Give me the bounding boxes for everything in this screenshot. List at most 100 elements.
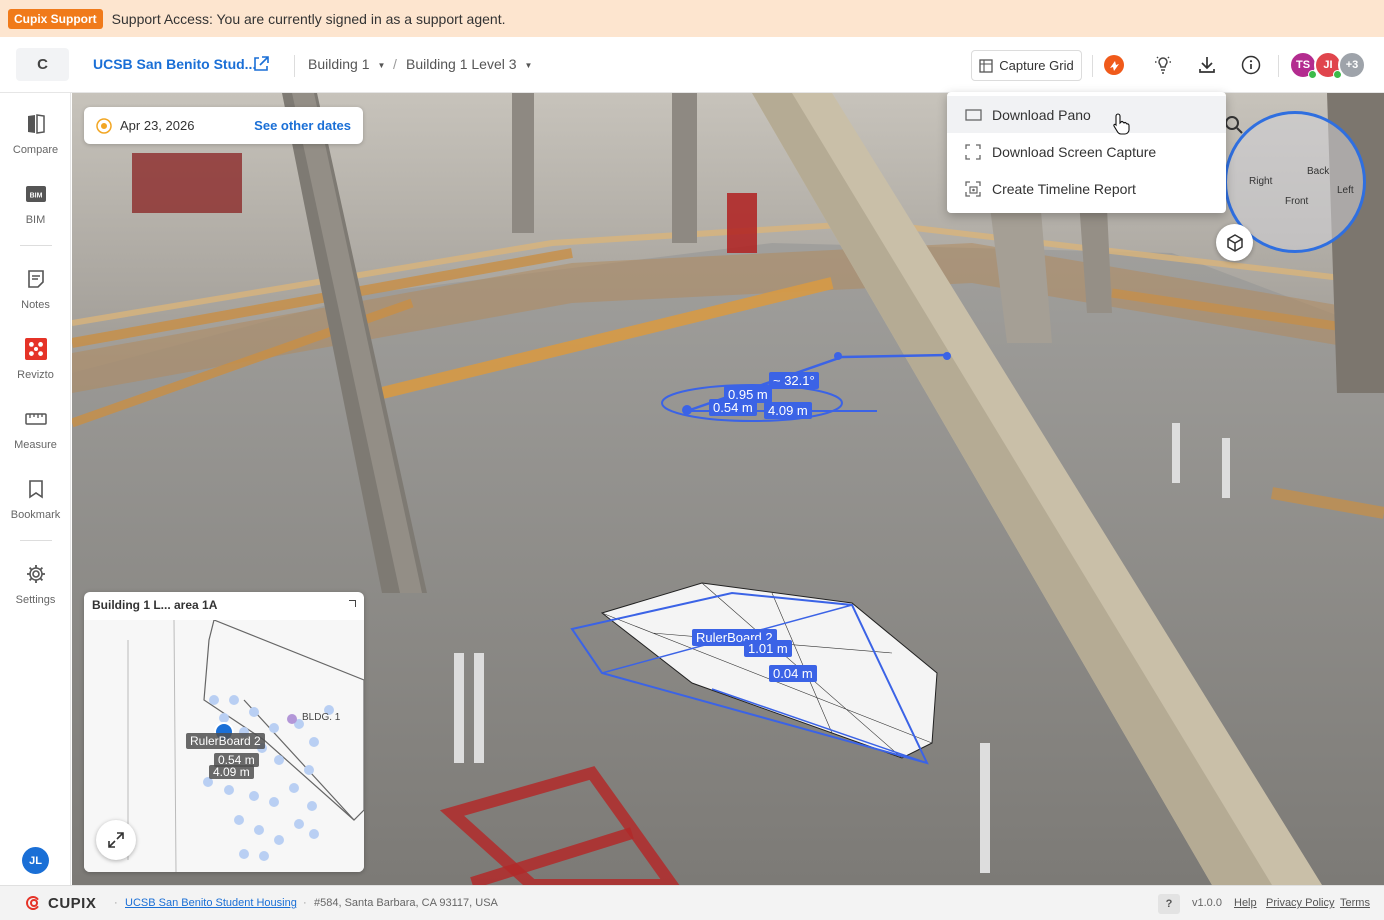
minimap-rulerboard-label: RulerBoard 2 bbox=[186, 733, 265, 749]
sidebar-item-compare[interactable]: Compare bbox=[0, 113, 71, 169]
footer-terms-link[interactable]: Terms bbox=[1340, 897, 1370, 909]
workspace-logo[interactable]: C bbox=[16, 48, 69, 81]
footer-version: v1.0.0 bbox=[1192, 897, 1222, 909]
menu-item-label: Download Screen Capture bbox=[992, 143, 1157, 160]
external-link-icon[interactable] bbox=[253, 56, 269, 72]
top-bar: C UCSB San Benito Stud... Building 1 ▼ / … bbox=[0, 37, 1384, 93]
cupix-brand-text: CUPIX bbox=[48, 894, 97, 912]
footer: CUPIX · UCSB San Benito Student Housing … bbox=[0, 885, 1384, 920]
bim-icon: BIM bbox=[25, 183, 47, 205]
caret-down-icon: ▼ bbox=[377, 60, 386, 70]
breadcrumb-building-label: Building 1 bbox=[308, 56, 370, 72]
avatar-more-count: +3 bbox=[1345, 59, 1359, 71]
sidebar-label: Notes bbox=[21, 299, 50, 311]
expand-icon bbox=[108, 832, 124, 848]
sidebar-item-bookmark[interactable]: Bookmark bbox=[0, 478, 71, 534]
menu-item-download-screen-capture[interactable]: Download Screen Capture bbox=[947, 133, 1226, 170]
divider bbox=[1278, 55, 1279, 77]
caret-down-icon: ▼ bbox=[524, 60, 533, 70]
download-icon[interactable] bbox=[1196, 54, 1218, 76]
sidebar-label: Revizto bbox=[17, 369, 54, 381]
sidebar-label: BIM bbox=[25, 214, 46, 226]
measure-label[interactable]: 0.54 m bbox=[709, 399, 757, 416]
rulerboard-length-label[interactable]: 1.01 m bbox=[744, 640, 792, 657]
sidebar-label: Settings bbox=[15, 594, 56, 606]
lightbulb-icon[interactable] bbox=[1152, 54, 1174, 76]
footer-help-link[interactable]: Help bbox=[1234, 897, 1257, 909]
info-icon[interactable] bbox=[1240, 54, 1262, 76]
sidebar-divider bbox=[20, 245, 52, 246]
download-menu: Download Pano Download Screen Capture Cr… bbox=[947, 92, 1226, 213]
cupix-logo-icon bbox=[26, 896, 39, 910]
menu-item-label: Create Timeline Report bbox=[992, 180, 1136, 197]
support-tag: Cupix Support bbox=[8, 8, 103, 29]
sidebar-item-notes[interactable]: Notes bbox=[0, 268, 71, 324]
avatar-initials: TS bbox=[1295, 59, 1311, 71]
minimap-measure-label: 4.09 m bbox=[209, 765, 254, 779]
sun-icon bbox=[96, 117, 112, 134]
footer-project-link[interactable]: UCSB San Benito Student Housing bbox=[125, 897, 297, 909]
breadcrumb-separator: / bbox=[393, 56, 397, 72]
sidebar-item-revizto[interactable]: Revizto bbox=[0, 338, 71, 394]
gear-icon bbox=[25, 563, 47, 585]
see-other-dates-link[interactable]: See other dates bbox=[254, 118, 351, 133]
image-icon bbox=[965, 107, 983, 123]
capture-grid-icon bbox=[979, 58, 993, 73]
revizto-sync-icon[interactable] bbox=[1103, 54, 1125, 76]
bookmark-icon bbox=[25, 478, 47, 500]
measure-label[interactable]: 4.09 m bbox=[764, 402, 812, 419]
sidebar-label: Measure bbox=[14, 439, 57, 451]
minimap-title: Building 1 L... area 1A bbox=[92, 598, 218, 612]
sidebar-label: Bookmark bbox=[10, 509, 61, 521]
3d-cube-icon[interactable] bbox=[1216, 224, 1253, 261]
orbit-label-right: Right bbox=[1249, 176, 1273, 187]
breadcrumb-level-label: Building 1 Level 3 bbox=[406, 56, 517, 72]
menu-item-create-timeline-report[interactable]: Create Timeline Report bbox=[947, 170, 1226, 207]
capture-grid-label: Capture Grid bbox=[999, 58, 1074, 73]
sidebar-item-bim[interactable]: BIM BIM bbox=[0, 183, 71, 239]
capture-date-card: Apr 23, 2026 See other dates bbox=[84, 107, 363, 144]
breadcrumb-level[interactable]: Building 1 Level 3 ▼ bbox=[406, 56, 532, 72]
menu-item-label: Download Pano bbox=[992, 106, 1091, 123]
hand-cursor-icon bbox=[1113, 113, 1130, 135]
cupix-logo: CUPIX bbox=[24, 894, 96, 912]
timeline-report-icon bbox=[965, 180, 983, 197]
help-badge[interactable]: ? bbox=[1158, 894, 1180, 914]
notes-icon bbox=[25, 268, 47, 290]
rulerboard-height-label[interactable]: 0.04 m bbox=[769, 665, 817, 682]
avatar-more[interactable]: +3 bbox=[1338, 51, 1366, 79]
footer-privacy-link[interactable]: Privacy Policy bbox=[1266, 897, 1334, 909]
capture-grid-button[interactable]: Capture Grid bbox=[971, 50, 1082, 81]
divider bbox=[1092, 55, 1093, 77]
menu-item-download-pano[interactable]: Download Pano bbox=[947, 96, 1226, 133]
orbit-label-front: Front bbox=[1285, 196, 1309, 207]
sidebar-item-measure[interactable]: Measure bbox=[0, 408, 71, 464]
footer-dot: · bbox=[114, 897, 118, 909]
avatar[interactable]: TS bbox=[1289, 51, 1317, 79]
orbit-label-back: Back bbox=[1307, 166, 1330, 177]
left-sidebar: Compare BIM BIM Notes Revizto Measure Bo… bbox=[0, 93, 71, 885]
footer-dot: · bbox=[303, 897, 307, 909]
divider bbox=[294, 55, 295, 77]
user-avatar[interactable]: JL bbox=[22, 847, 49, 874]
capture-date: Apr 23, 2026 bbox=[120, 118, 195, 133]
support-banner: Cupix Support Support Access: You are cu… bbox=[0, 0, 1384, 37]
bldg-label: BLDG. 1 bbox=[302, 712, 341, 723]
ruler-icon bbox=[24, 408, 47, 430]
revizto-icon bbox=[24, 338, 47, 360]
footer-address: #584, Santa Barbara, CA 93117, USA bbox=[314, 897, 498, 909]
avatar-initials: JI bbox=[1323, 59, 1333, 71]
sidebar-item-settings[interactable]: Settings bbox=[0, 563, 71, 619]
support-message: Support Access: You are currently signed… bbox=[111, 10, 506, 27]
screen-capture-icon bbox=[965, 143, 983, 160]
sidebar-label: Compare bbox=[12, 144, 59, 156]
sidebar-divider bbox=[20, 540, 52, 541]
breadcrumb-building[interactable]: Building 1 ▼ bbox=[308, 56, 385, 72]
compare-icon bbox=[25, 113, 47, 135]
orbit-label-left: Left bbox=[1337, 185, 1354, 196]
expand-minimap-button[interactable] bbox=[96, 820, 136, 860]
minimap-resize-icon[interactable] bbox=[349, 600, 356, 607]
measure-angle-label[interactable]: ~ 32.1° bbox=[769, 372, 819, 389]
project-title[interactable]: UCSB San Benito Stud... bbox=[93, 56, 256, 72]
svg-text:BIM: BIM bbox=[29, 193, 42, 200]
